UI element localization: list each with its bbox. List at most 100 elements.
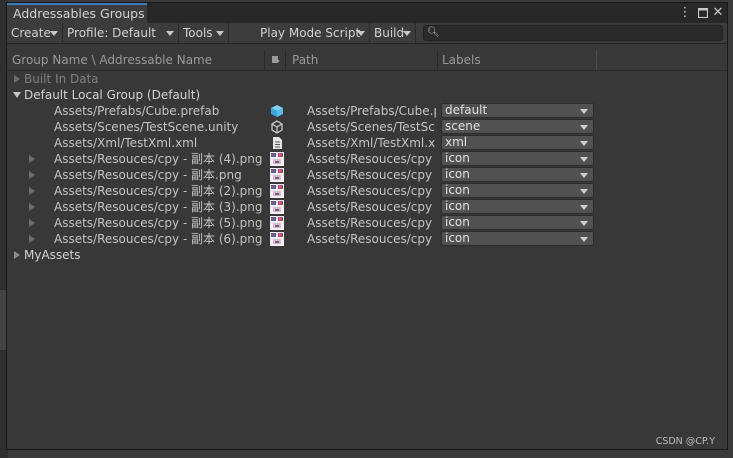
labels-dropdown[interactable]: icon <box>441 183 594 198</box>
entry-name: Assets/Resouces/cpy - 副本 (3).png <box>54 200 263 214</box>
entry-path: Assets/Resouces/cpy - <box>307 184 436 198</box>
entry-name: Assets/Resouces/cpy - 副本 (4).png <box>54 152 263 166</box>
chevron-down-icon <box>166 31 174 36</box>
expand-arrow-icon[interactable] <box>29 235 35 243</box>
expand-arrow-icon[interactable] <box>29 203 35 211</box>
chevron-down-icon <box>580 141 588 146</box>
entry-name: Assets/Resouces/cpy - 副本 (6).png <box>54 232 263 246</box>
column-header-name[interactable]: Group Name \ Addressable Name <box>12 50 212 70</box>
create-dropdown[interactable]: Create <box>7 23 63 43</box>
labels-dropdown[interactable]: icon <box>441 199 594 214</box>
column-header-labels[interactable]: Labels <box>442 50 481 70</box>
expand-arrow-icon[interactable] <box>29 171 35 179</box>
entry-name: Assets/Xml/TestXml.xml <box>54 136 198 150</box>
entry-row[interactable]: Assets/Resouces/cpy - 副本.png Assets/Reso… <box>7 167 727 183</box>
column-header: Group Name \ Addressable Name Path Label… <box>7 50 727 71</box>
labels-dropdown[interactable]: xml <box>441 135 594 150</box>
expand-arrow-icon[interactable] <box>29 187 35 195</box>
tools-dropdown[interactable]: Tools <box>179 23 229 43</box>
play-mode-label: Play Mode Script <box>260 26 361 40</box>
profile-label: Profile: Default <box>67 26 157 40</box>
entry-row[interactable]: Assets/Resouces/cpy - 副本 (6).png Assets/… <box>7 231 727 247</box>
expand-arrow-icon[interactable] <box>14 251 20 259</box>
chevron-down-icon <box>580 205 588 210</box>
tab-title: Addressables Groups <box>13 6 145 21</box>
labels-dropdown[interactable]: icon <box>441 167 594 182</box>
search-icon: 🔍︎ <box>427 27 440 38</box>
entry-row[interactable]: Assets/Resouces/cpy - 副本 (5).png Assets/… <box>7 215 727 231</box>
build-dropdown[interactable]: Build <box>370 23 416 43</box>
entry-row[interactable]: Assets/Resouces/cpy - 副本 (2).png Assets/… <box>7 183 727 199</box>
expand-arrow-icon[interactable] <box>29 155 35 163</box>
label-value: default <box>445 103 488 117</box>
text-file-icon <box>273 137 282 149</box>
entry-name: Assets/Resouces/cpy - 副本 (2).png <box>54 184 263 198</box>
labels-dropdown[interactable]: default <box>441 103 594 118</box>
labels-dropdown[interactable]: scene <box>441 119 594 134</box>
collapse-arrow-icon[interactable] <box>13 92 21 98</box>
image-thumbnail-icon <box>270 216 284 230</box>
group-name: Default Local Group (Default) <box>24 88 201 102</box>
create-label: Create <box>11 26 51 40</box>
profile-dropdown[interactable]: Profile: Default <box>63 23 179 43</box>
label-value: icon <box>445 231 470 245</box>
label-value: xml <box>445 135 468 149</box>
tools-label: Tools <box>183 26 213 40</box>
addressables-groups-window: Addressables Groups ⋮ ✕ Create Profile: … <box>6 2 728 450</box>
group-row-myassets[interactable]: MyAssets <box>7 247 727 263</box>
image-thumbnail-icon <box>270 184 284 198</box>
asset-type-icon <box>272 56 280 63</box>
entry-name: Assets/Scenes/TestScene.unity <box>54 120 239 134</box>
image-thumbnail-icon <box>270 200 284 214</box>
expand-arrow-icon[interactable] <box>29 219 35 227</box>
group-row-default-local-group[interactable]: Default Local Group (Default) <box>7 87 727 103</box>
entry-path: Assets/Resouces/cpy - <box>307 168 436 182</box>
chevron-down-icon <box>216 31 224 36</box>
group-name: Built In Data <box>24 72 99 86</box>
entry-row[interactable]: Assets/Resouces/cpy - 副本 (3).png Assets/… <box>7 199 727 215</box>
entry-name: Assets/Resouces/cpy - 副本.png <box>54 168 242 182</box>
entry-path: Assets/Prefabs/Cube.p <box>307 104 436 118</box>
labels-dropdown[interactable]: icon <box>441 151 594 166</box>
build-label: Build <box>374 26 405 40</box>
chevron-down-icon <box>403 31 411 36</box>
column-divider[interactable] <box>264 50 265 70</box>
chevron-down-icon <box>580 109 588 114</box>
entry-row[interactable]: Assets/Prefabs/Cube.prefab Assets/Prefab… <box>7 103 727 119</box>
expand-arrow-icon[interactable] <box>14 75 20 83</box>
kebab-menu-icon[interactable]: ⋮ <box>677 3 693 23</box>
chevron-down-icon <box>580 221 588 226</box>
chevron-down-icon <box>50 31 58 36</box>
image-thumbnail-icon <box>270 232 284 246</box>
search-input[interactable]: 🔍︎ <box>423 25 723 41</box>
column-divider[interactable] <box>596 50 597 70</box>
entry-path: Assets/Resouces/cpy - <box>307 152 436 166</box>
prefab-cube-icon <box>271 105 283 117</box>
labels-dropdown[interactable]: icon <box>441 231 594 246</box>
entry-row[interactable]: Assets/Scenes/TestScene.unity Assets/Sce… <box>7 119 727 135</box>
group-row-built-in-data[interactable]: Built In Data <box>7 71 727 87</box>
label-value: icon <box>445 199 470 213</box>
label-value: icon <box>445 151 470 165</box>
chevron-down-icon <box>580 157 588 162</box>
entry-path: Assets/Scenes/TestSc <box>307 120 435 134</box>
play-mode-script-dropdown[interactable]: Play Mode Script <box>256 23 370 43</box>
column-divider[interactable] <box>285 50 286 70</box>
label-value: icon <box>445 167 470 181</box>
entry-path: Assets/Resouces/cpy - <box>307 200 436 214</box>
chevron-down-icon <box>580 189 588 194</box>
close-icon[interactable]: ✕ <box>710 3 726 23</box>
entry-row[interactable]: Assets/Resouces/cpy - 副本 (4).png Assets/… <box>7 151 727 167</box>
label-value: icon <box>445 183 470 197</box>
unity-scene-icon <box>271 120 283 134</box>
column-header-path[interactable]: Path <box>292 50 318 70</box>
entry-row[interactable]: Assets/Xml/TestXml.xml Assets/Xml/TestXm… <box>7 135 727 151</box>
column-header-type[interactable] <box>271 50 281 70</box>
label-value: scene <box>445 119 481 133</box>
tab-addressables-groups[interactable]: Addressables Groups <box>7 3 147 23</box>
column-divider[interactable] <box>437 50 438 70</box>
maximize-icon[interactable] <box>695 3 711 23</box>
entry-path: Assets/Xml/TestXml.xm <box>307 136 436 150</box>
labels-dropdown[interactable]: icon <box>441 215 594 230</box>
entry-path: Assets/Resouces/cpy - <box>307 232 436 246</box>
